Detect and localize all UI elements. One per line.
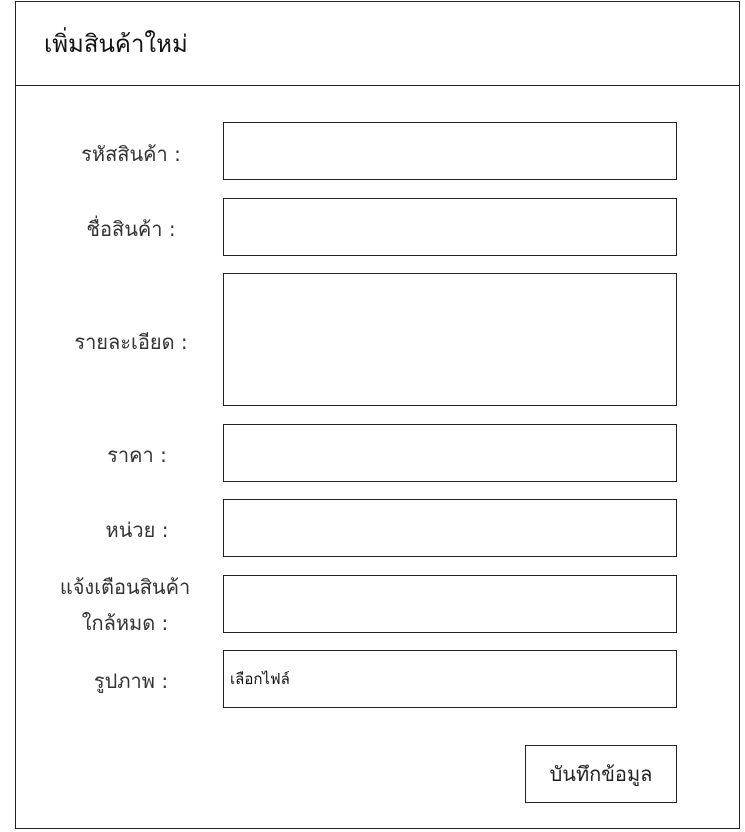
unit-input[interactable] bbox=[223, 499, 677, 557]
product-name-label: ชื่อสินค้า : bbox=[86, 217, 176, 241]
product-name-input[interactable] bbox=[223, 198, 677, 256]
low-stock-alert-label-line2: ใกล้หมด : bbox=[81, 611, 169, 635]
low-stock-alert-label: แจ้งเตือนสินค้า ใกล้หมด : bbox=[50, 569, 200, 641]
product-code-label: รหัสสินค้า : bbox=[81, 142, 181, 166]
image-label: รูปภาพ : bbox=[93, 669, 169, 693]
description-textarea[interactable] bbox=[223, 273, 677, 406]
product-form-window: เพิ่มสินค้าใหม่ รหัสสินค้า : ชื่อสินค้า … bbox=[15, 1, 740, 829]
low-stock-alert-input[interactable] bbox=[223, 575, 677, 633]
form-header: เพิ่มสินค้าใหม่ bbox=[16, 2, 739, 86]
unit-label: หน่วย : bbox=[105, 518, 169, 542]
page-title: เพิ่มสินค้าใหม่ bbox=[44, 30, 188, 58]
image-file-picker[interactable]: เลือกไฟล์ bbox=[223, 650, 677, 708]
save-button[interactable]: บันทึกข้อมูล bbox=[525, 745, 677, 803]
price-input[interactable] bbox=[223, 424, 677, 482]
product-code-input[interactable] bbox=[223, 122, 677, 180]
price-label: ราคา : bbox=[107, 443, 167, 467]
description-label: รายละเอียด : bbox=[74, 330, 188, 354]
low-stock-alert-label-line1: แจ้งเตือนสินค้า bbox=[59, 575, 191, 599]
choose-file-button[interactable]: เลือกไฟล์ bbox=[230, 669, 290, 689]
